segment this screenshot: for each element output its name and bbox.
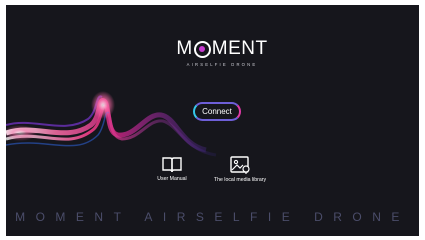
- book-icon: [162, 157, 182, 173]
- gallery-icon: [230, 156, 250, 174]
- footer-brand-text: MOMENT AIRSELFIE DRONE: [15, 210, 410, 224]
- connect-button[interactable]: Connect: [193, 102, 241, 121]
- app-screen: M MENT AIRSELFIE DRONE Connect User Manu…: [6, 5, 419, 236]
- logo-text-end: MENT: [211, 38, 268, 59]
- logo-text-start: M: [176, 38, 193, 59]
- user-manual-label: User Manual: [157, 176, 187, 182]
- media-library-label: The local media library: [213, 177, 267, 183]
- user-manual-button[interactable]: User Manual: [148, 156, 196, 182]
- connect-button-label: Connect: [202, 107, 232, 116]
- media-library-button[interactable]: The local media library: [206, 155, 274, 183]
- logo-wordmark: M MENT: [174, 39, 270, 59]
- logo-lens-icon: [193, 40, 211, 58]
- app-logo: M MENT AIRSELFIE DRONE: [174, 39, 270, 68]
- logo-tagline: AIRSELFIE DRONE: [186, 62, 258, 67]
